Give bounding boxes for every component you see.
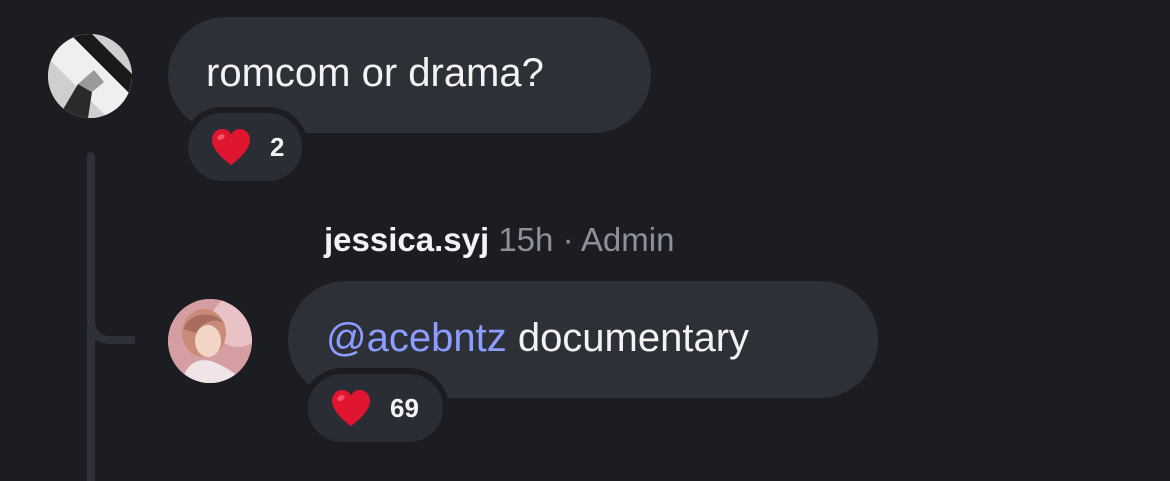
username[interactable]: jessica.syj (324, 221, 489, 258)
meta-separator: · (562, 221, 574, 258)
avatar-image (48, 34, 132, 118)
reaction-count: 69 (390, 392, 419, 423)
reply-header: jessica.syj 15h · Admin (324, 222, 674, 258)
reaction-count: 2 (270, 131, 285, 162)
role-label: Admin (580, 221, 675, 258)
comment-text: documentary (506, 316, 750, 360)
heart-icon (332, 390, 370, 426)
timestamp: 15h (498, 221, 554, 258)
avatar[interactable] (48, 34, 132, 118)
heart-icon (212, 129, 250, 165)
comment-thread: romcom or drama? 2 jessica.syj 15h · Adm… (0, 0, 1170, 481)
avatar-image (168, 299, 252, 383)
reply-connector-curve (87, 292, 135, 344)
reaction-pill[interactable]: 69 (302, 368, 449, 448)
comment-text: romcom or drama? (206, 51, 544, 95)
user-mention[interactable]: @acebntz (326, 316, 507, 360)
avatar[interactable] (168, 299, 252, 383)
reaction-pill[interactable]: 2 (182, 107, 308, 187)
